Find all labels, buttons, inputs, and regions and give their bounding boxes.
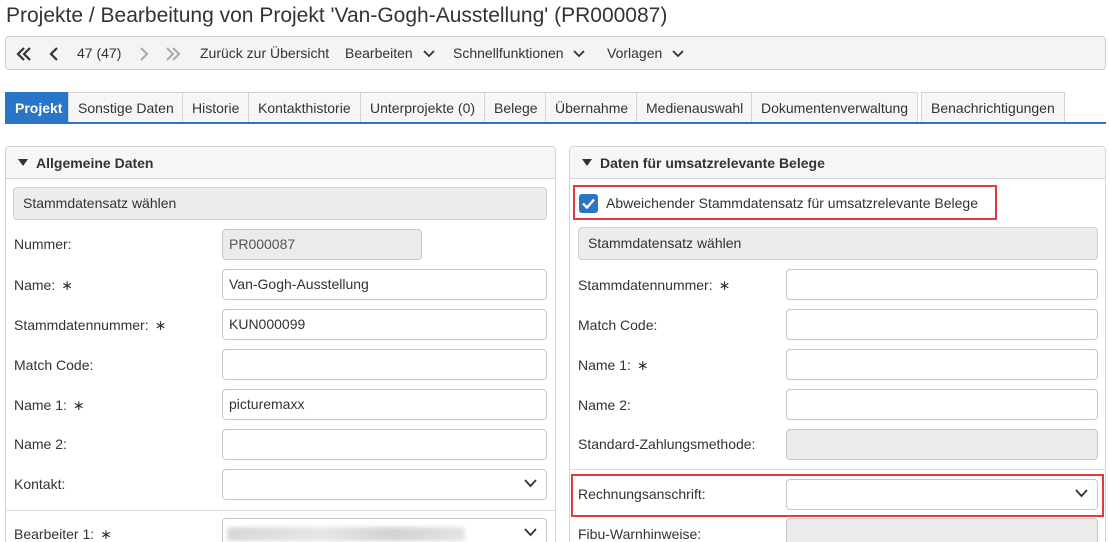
match-code-input[interactable] — [222, 349, 547, 380]
record-toolbar: 47 (47) Zurück zur Übersicht Bearbeiten … — [5, 36, 1106, 70]
chevron-down-icon — [573, 50, 586, 58]
templates-menu-button[interactable]: Vorlagen — [607, 37, 684, 69]
sales-match-code-label: Match Code: — [578, 317, 658, 333]
chevron-down-icon — [524, 479, 537, 488]
back-to-overview-button[interactable]: Zurück zur Übersicht — [200, 37, 329, 69]
stammdatennummer-input[interactable]: KUN000099 — [222, 309, 547, 340]
tab-kontakthistorie[interactable]: Kontakthistorie — [248, 92, 361, 122]
select-master-record-button-sales[interactable]: Stammdatensatz wählen — [578, 227, 1098, 260]
name-label-text: Name: — [14, 277, 56, 293]
stammdatennummer-label: Stammdatennummer: ∗ — [14, 317, 166, 334]
required-marker: ∗ — [61, 277, 73, 293]
sales-name2-input[interactable] — [786, 389, 1098, 420]
required-marker: ∗ — [100, 526, 112, 542]
name-label: Name: ∗ — [14, 277, 73, 294]
quick-functions-label: Schnellfunktionen — [453, 45, 564, 61]
tab-unterprojekte[interactable]: Unterprojekte (0) — [360, 92, 486, 122]
chevron-down-icon — [524, 528, 537, 537]
collapse-triangle-icon — [582, 159, 592, 166]
redacted-value — [227, 527, 465, 541]
next-icon — [140, 47, 149, 62]
required-marker: ∗ — [718, 277, 731, 293]
tab-dokumentenverwaltung[interactable]: Dokumentenverwaltung — [751, 92, 919, 122]
quick-functions-menu-button[interactable]: Schnellfunktionen — [453, 37, 586, 69]
billing-address-select[interactable] — [786, 479, 1098, 510]
tab-belege[interactable]: Belege — [484, 92, 548, 122]
edit-menu-label: Bearbeiten — [345, 45, 413, 61]
name-input[interactable]: Van-Gogh-Ausstellung — [222, 269, 547, 300]
prev-record-button[interactable] — [49, 37, 59, 69]
name1-label-text: Name 1: — [14, 397, 67, 413]
section-divider — [570, 469, 1105, 470]
required-marker: ∗ — [636, 357, 649, 373]
bearbeiter1-select[interactable] — [222, 518, 547, 542]
tab-medienauswahl[interactable]: Medienauswahl — [636, 92, 754, 122]
sales-documents-header[interactable]: Daten für umsatzrelevante Belege — [570, 147, 1105, 179]
general-data-header[interactable]: Allgemeine Daten — [6, 147, 555, 179]
name1-label: Name 1: ∗ — [14, 397, 85, 414]
last-page-icon — [166, 47, 181, 62]
sales-name2-label: Name 2: — [578, 397, 631, 413]
nummer-field: PR000087 — [222, 229, 422, 260]
tab-bar: Projekt Sonstige Daten Historie Kontakth… — [5, 91, 1106, 124]
sales-match-code-input[interactable] — [786, 309, 1098, 340]
sales-name1-input[interactable] — [786, 349, 1098, 380]
sales-stammdatennummer-label: Stammdatennummer: ∗ — [578, 277, 730, 294]
chevron-down-icon — [672, 50, 684, 58]
payment-method-label: Standard-Zahlungsmethode: — [578, 436, 756, 452]
chevron-down-icon — [422, 50, 435, 58]
bearbeiter1-label-text: Bearbeiter 1: — [14, 526, 95, 542]
required-marker: ∗ — [72, 397, 85, 413]
required-marker: ∗ — [154, 317, 167, 333]
edit-menu-button[interactable]: Bearbeiten — [345, 37, 435, 69]
chevron-down-icon — [1075, 489, 1088, 498]
alternate-master-label[interactable]: Abweichender Stammdatensatz für umsatzre… — [606, 195, 978, 211]
tab-sonstige-daten[interactable]: Sonstige Daten — [68, 92, 184, 122]
tab-historie[interactable]: Historie — [182, 92, 250, 122]
alternate-master-checkbox[interactable] — [579, 194, 598, 213]
sales-stammdatennummer-input[interactable] — [786, 269, 1098, 300]
payment-method-field — [786, 429, 1098, 460]
record-counter: 47 (47) — [77, 45, 122, 61]
fibu-warnings-label: Fibu-Warnhinweise: — [578, 526, 702, 542]
sales-name1-label: Name 1: ∗ — [578, 357, 649, 374]
name2-input[interactable] — [222, 429, 547, 460]
billing-address-label: Rechnungsanschrift: — [578, 486, 706, 502]
select-master-record-button[interactable]: Stammdatensatz wählen — [13, 187, 547, 220]
first-page-icon — [16, 47, 31, 62]
first-record-button[interactable] — [16, 37, 32, 69]
bearbeiter1-label: Bearbeiter 1: ∗ — [14, 526, 112, 542]
prev-icon — [49, 47, 58, 62]
general-data-title: Allgemeine Daten — [36, 155, 154, 171]
name1-input[interactable]: picturemaxx — [222, 389, 547, 420]
page-title: Projekte / Bearbeitung von Projekt 'Van-… — [6, 4, 668, 27]
sales-documents-title: Daten für umsatzrelevante Belege — [600, 155, 825, 171]
kontakt-select[interactable] — [222, 469, 547, 500]
collapse-triangle-icon — [18, 159, 28, 166]
tab-uebernahme[interactable]: Übernahme — [545, 92, 639, 122]
tab-benachrichtigungen[interactable]: Benachrichtigungen — [921, 92, 1065, 122]
tab-projekt[interactable]: Projekt — [5, 92, 73, 122]
last-record-button[interactable] — [165, 37, 181, 69]
match-code-label: Match Code: — [14, 357, 94, 373]
sales-name1-label-text: Name 1: — [578, 357, 631, 373]
checkmark-icon — [582, 198, 595, 210]
templates-label: Vorlagen — [607, 45, 663, 61]
sales-stammdatennummer-label-text: Stammdatennummer: — [578, 277, 713, 293]
nummer-label: Nummer: — [14, 236, 72, 252]
name2-label: Name 2: — [14, 436, 67, 452]
fibu-warnings-field — [786, 518, 1098, 542]
kontakt-label: Kontakt: — [14, 476, 66, 492]
stammdatennummer-label-text: Stammdatennummer: — [14, 317, 149, 333]
section-divider — [6, 510, 555, 511]
next-record-button[interactable] — [139, 37, 149, 69]
